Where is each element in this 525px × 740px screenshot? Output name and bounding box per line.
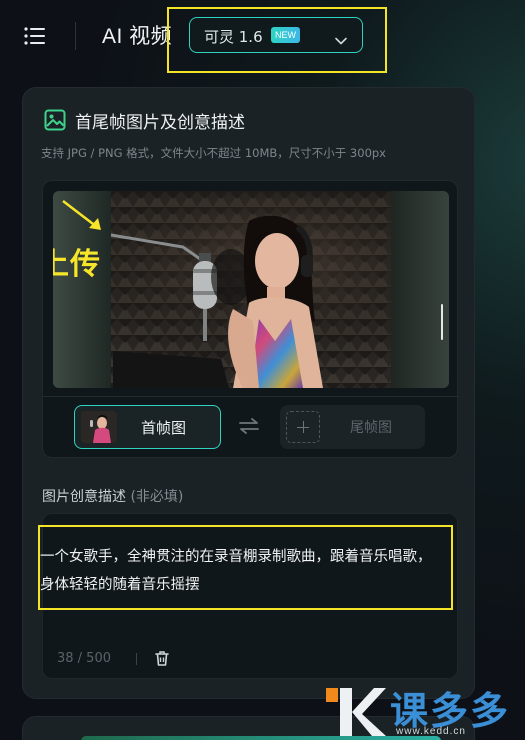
plus-icon [286,411,320,443]
card-subtitle: 支持 JPG / PNG 格式，文件大小不超过 10MB，尺寸不小于 300px [41,146,386,160]
header-divider [75,22,76,50]
first-frame-thumbnail [81,411,117,443]
page-title: AI 视频 [102,25,173,48]
watermark-logo-icon [326,682,386,740]
card-title: 首尾帧图片及创意描述 [75,113,245,133]
image-icon [44,109,66,135]
new-badge: NEW [271,27,300,43]
app-root: AI 视频 可灵 1.6 NEW 首尾帧图片及创意描述 支持 JPG / PNG… [0,0,525,740]
chevron-down-icon [335,30,347,49]
preview-scroll-handle[interactable] [441,304,443,340]
singer-photo [53,191,449,388]
model-select[interactable]: 可灵 1.6 NEW [189,17,363,53]
counter-divider [136,653,137,665]
upload-panel: 上传 首帧图 尾帧图 [42,180,459,458]
description-label-note: (非必填) [130,489,184,505]
top-bar: AI 视频 可灵 1.6 NEW [0,0,525,75]
image-preview[interactable]: 上传 [53,191,449,388]
last-frame-label: 尾帧图 [350,420,392,436]
upload-annotation: 上传 [53,247,101,282]
watermark: 课多多 www.kedd.cn [326,682,525,740]
upload-card: 首尾帧图片及创意描述 支持 JPG / PNG 格式，文件大小不超过 10MB，… [22,87,475,699]
description-text[interactable]: 一个女歌手，全神贯注的在录音棚录制歌曲，跟着音乐唱歌，身体轻轻的随着音乐摇摆 [40,543,440,599]
model-select-value: 可灵 1.6 [204,28,263,46]
menu-icon[interactable] [23,24,47,48]
swap-icon[interactable] [238,417,260,439]
annotation-arrow-icon [61,199,111,239]
first-frame-button[interactable]: 首帧图 [74,405,221,449]
trash-icon[interactable] [154,650,170,671]
char-counter: 38 / 500 [57,651,111,666]
watermark-url: www.kedd.cn [396,726,466,737]
first-frame-label: 首帧图 [141,419,187,437]
description-label: 图片创意描述 (非必填) [42,486,183,506]
description-label-text: 图片创意描述 [42,489,126,505]
last-frame-button[interactable]: 尾帧图 [280,405,425,449]
frame-divider [43,396,459,397]
